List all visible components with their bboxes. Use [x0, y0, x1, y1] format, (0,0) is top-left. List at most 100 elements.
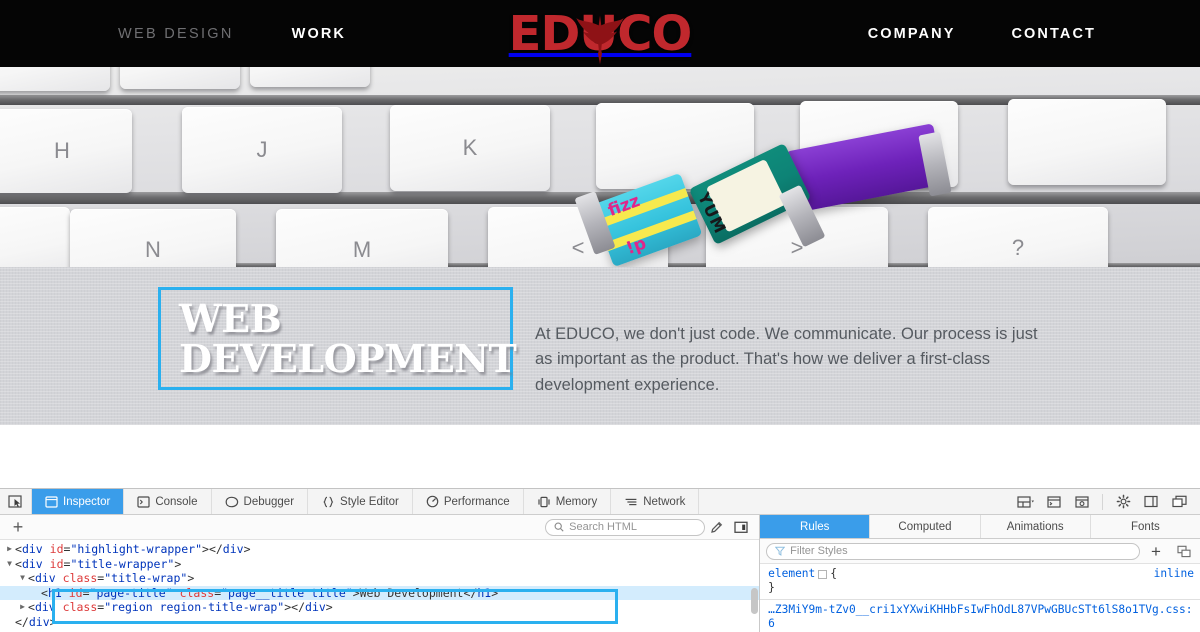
add-new-rule-button[interactable]: +: [1144, 543, 1168, 560]
markup-punct: <: [28, 600, 35, 615]
markup-tree[interactable]: ▶ < div id = "highlight-wrapper" ></div > ▼ < div…: [0, 540, 760, 632]
markup-toolbar: + Search HTML: [0, 515, 760, 540]
site-logo[interactable]: EDUCO: [485, 4, 715, 64]
eyedropper-icon[interactable]: [705, 520, 729, 534]
rule-page-title[interactable]: …Z3MiY9m-tZv0__cri1xYXwiKHHbFsIwFhOdL87V…: [760, 603, 1200, 632]
filter-styles-input[interactable]: Filter Styles: [766, 542, 1140, 560]
tab-memory[interactable]: Memory: [523, 489, 612, 514]
dock-separate-window-icon[interactable]: [1166, 490, 1192, 514]
markup-tag: div: [21, 556, 43, 571]
search-html-placeholder: Search HTML: [569, 521, 637, 533]
rule-element-inline[interactable]: element { inline }: [760, 567, 1200, 596]
keyboard-key-m: M: [276, 209, 448, 267]
markup-pane: + Search HTML ▶ < div id = "highlight-wr…: [0, 515, 761, 632]
twisty-collapsed-icon[interactable]: ▶: [4, 542, 15, 557]
devtools-body: + Search HTML ▶ < div id = "highlight-wr…: [0, 515, 1200, 632]
nav-link-web-design[interactable]: WEB DESIGN: [118, 26, 234, 42]
rules-divider: [760, 598, 1200, 600]
panel-toggle-icon[interactable]: [729, 521, 753, 534]
toolbar-spacer: [699, 489, 1013, 514]
markup-node-row[interactable]: ▶ < div class = "region region-title-wrap" ><…: [0, 600, 759, 615]
highlight-element-box-icon[interactable]: [818, 569, 828, 579]
screenshot-icon[interactable]: [1069, 490, 1095, 514]
markup-tag: div: [21, 542, 43, 556]
split-console-icon[interactable]: [1041, 490, 1067, 514]
markup-attr: id: [68, 585, 83, 600]
markup-punct: <: [41, 585, 48, 600]
markup-punct: [56, 571, 63, 586]
tab-performance[interactable]: Performance: [412, 489, 524, 514]
markup-val: "page__title title": [221, 585, 353, 600]
toolbar-divider: [1102, 493, 1103, 510]
css-rules-list[interactable]: element { inline } …Z3MiY9m-tZv0__cri1xY…: [760, 564, 1200, 632]
markup-node-row[interactable]: </div >: [0, 615, 759, 630]
keyboard-key-quote: [1008, 99, 1166, 185]
tab-fonts[interactable]: Fonts: [1090, 515, 1200, 538]
keyboard-key-h: [0, 67, 110, 91]
toggle-pseudo-classes-button[interactable]: [1172, 545, 1196, 558]
twisty-expanded-icon[interactable]: ▼: [4, 557, 15, 572]
devtools-toolbar-actions: [1013, 489, 1200, 514]
inspector-icon: [45, 495, 58, 508]
keyboard-key-b: [0, 207, 70, 267]
tab-style-editor[interactable]: Style Editor: [308, 489, 413, 514]
nav-link-work[interactable]: WORK: [292, 26, 346, 42]
phoenix-bird-icon: [576, 15, 624, 64]
markup-node-row[interactable]: ▶ < div id = "highlight-wrapper" ></div >: [0, 542, 759, 557]
markup-punct: >: [174, 556, 182, 571]
nav-link-contact[interactable]: CONTACT: [1011, 26, 1096, 42]
console-icon: [137, 495, 150, 508]
memory-icon: [538, 496, 550, 507]
tab-rules[interactable]: Rules: [760, 515, 871, 538]
add-node-button[interactable]: +: [8, 518, 28, 536]
markup-punct: >: [187, 571, 195, 586]
markup-punct: >: [49, 614, 57, 629]
keyboard-key-n: N: [70, 209, 236, 267]
markup-node-row[interactable]: < h1 id = "page-title" class = "page__title t…: [0, 585, 760, 601]
markup-punct: <: [15, 542, 22, 556]
markup-punct: </: [15, 614, 29, 629]
keyboard-key-slash: ?: [928, 207, 1108, 267]
responsive-design-mode-icon[interactable]: [1013, 490, 1039, 514]
filter-icon: [775, 546, 786, 556]
settings-gear-icon[interactable]: [1110, 490, 1136, 514]
markup-punct: </: [463, 585, 478, 600]
rule-origin-inline[interactable]: inline: [1146, 567, 1194, 581]
tab-style-editor-label: Style Editor: [340, 495, 399, 508]
dock-side-icon[interactable]: [1138, 490, 1164, 514]
network-icon: [625, 498, 637, 505]
css-source-link[interactable]: …Z3MiY9m-tZv0__cri1xYXwiKHHbFsIwFhOdL87V…: [768, 603, 1194, 632]
markup-tag: h1: [477, 585, 492, 600]
markup-punct: =: [82, 585, 90, 600]
tab-inspector[interactable]: Inspector: [32, 489, 125, 514]
tab-computed[interactable]: Computed: [870, 515, 981, 538]
markup-scrollbar[interactable]: [751, 588, 759, 614]
markup-punct: >: [243, 542, 251, 556]
markup-attr: id: [49, 542, 64, 556]
markup-punct: [43, 557, 50, 572]
keyboard-key-h2: H: [0, 109, 132, 193]
keyboard-key-j: J: [182, 107, 342, 193]
markup-txt: Web Development: [359, 585, 464, 600]
markup-punct: =: [97, 571, 105, 586]
markup-val: "title-wrap": [104, 571, 188, 586]
twisty-collapsed-icon[interactable]: ▶: [17, 600, 28, 615]
search-icon: [554, 522, 564, 532]
rule-open-brace: {: [830, 567, 838, 580]
markup-node-row[interactable]: ▼ < div class = "title-wrap" >: [0, 571, 759, 586]
title-wrap-highlight: WEB DEVELOPMENT: [158, 287, 517, 390]
nav-link-company[interactable]: COMPANY: [868, 26, 956, 42]
markup-node-row[interactable]: ▼ < div id = "title-wrapper" >: [0, 557, 759, 572]
primary-nav-left: WEB DESIGN WORK: [118, 0, 346, 67]
primary-nav-right: COMPANY CONTACT: [868, 0, 1096, 67]
element-picker-icon[interactable]: [0, 489, 32, 514]
tab-animations[interactable]: Animations: [980, 515, 1091, 538]
search-html-input[interactable]: Search HTML: [545, 518, 706, 536]
markup-val: "page-title": [89, 585, 173, 600]
markup-tag: div: [305, 600, 326, 615]
tab-network[interactable]: Network: [611, 489, 700, 514]
tab-debugger[interactable]: Debugger: [211, 489, 309, 514]
twisty-expanded-icon[interactable]: ▼: [17, 571, 28, 586]
tab-console[interactable]: Console: [124, 489, 212, 514]
tab-memory-label: Memory: [555, 495, 598, 508]
